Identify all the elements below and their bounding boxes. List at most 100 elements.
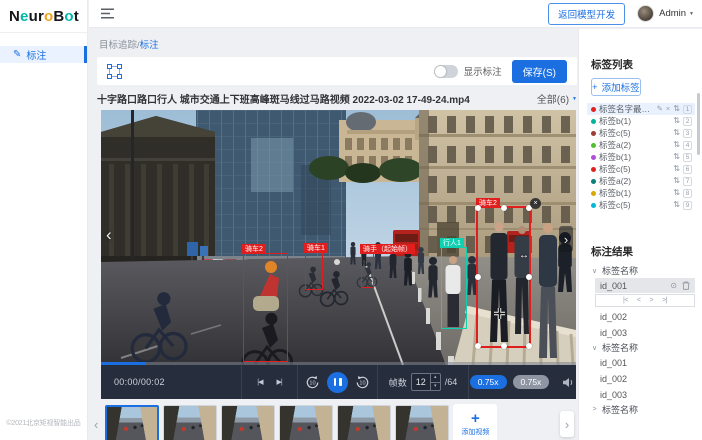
label-list-item[interactable]: 标签c(5) ⇅ 3	[587, 127, 695, 139]
resize-handle[interactable]	[475, 343, 481, 349]
label-color-dot	[591, 167, 596, 172]
pause-button[interactable]	[327, 372, 348, 393]
sort-label-icon[interactable]: ⇅	[673, 105, 680, 113]
pager-next-icon[interactable]: >	[650, 297, 654, 304]
breadcrumb-parent[interactable]: 目标追踪	[99, 40, 137, 51]
tree-item[interactable]: id_002	[579, 371, 702, 386]
label-list-item[interactable]: 标签c(5) ⇅ 9	[587, 199, 695, 211]
label-order-badge: 9	[683, 201, 692, 210]
label-color-dot	[591, 107, 596, 112]
volume-icon[interactable]	[562, 377, 575, 388]
tree-group[interactable]: ∨ 标签名称	[579, 341, 702, 354]
frame-step-section: |◀ ▶|	[242, 365, 298, 399]
video-thumbnail[interactable]	[279, 405, 333, 440]
label-list-item[interactable]: 标签b(1) ⇅ 8	[587, 187, 695, 199]
frame-number-input[interactable]	[412, 374, 430, 390]
label-name: 标签c(5)	[599, 199, 670, 211]
add-video-button[interactable]: + 添加视频	[453, 404, 497, 440]
edit-label-icon[interactable]: ✎	[657, 105, 663, 113]
video-thumbnail[interactable]	[337, 405, 391, 440]
bounding-box[interactable]: 骑车1	[305, 252, 323, 290]
label-list-item[interactable]: 标签b(1) ⇅ 5	[587, 151, 695, 163]
bounding-box-label: 行人1	[440, 238, 464, 248]
resize-handle[interactable]	[526, 343, 532, 349]
resize-handle[interactable]	[475, 274, 481, 280]
tree-group[interactable]: ∨ 标签名称	[579, 264, 702, 277]
user-caret-icon[interactable]: ▼	[689, 11, 694, 17]
filter-dropdown[interactable]: 全部(6) ▼	[537, 91, 577, 106]
trash-icon[interactable]	[682, 281, 690, 290]
filter-caret-icon: ▼	[572, 96, 577, 102]
tree-item[interactable]: id_002	[579, 309, 702, 324]
bbox-tool-icon[interactable]	[107, 64, 122, 79]
label-list-item[interactable]: 标签a(2) ⇅ 7	[587, 175, 695, 187]
speed-pill-inactive[interactable]: 0.75x	[513, 375, 550, 389]
next-frame-button[interactable]: ▶|	[277, 378, 282, 386]
rewind-10-button[interactable]: 10	[305, 375, 320, 390]
sort-label-icon[interactable]: ⇅	[673, 177, 680, 185]
step-down-icon[interactable]: ▾	[431, 383, 440, 391]
add-label-button[interactable]: + 添加标签	[591, 78, 641, 96]
tree-item[interactable]: id_003	[579, 387, 702, 402]
back-to-model-dev-button[interactable]: 返回模型开发	[548, 3, 625, 25]
save-button[interactable]: 保存(S)	[512, 60, 567, 83]
tree-group[interactable]: > 标签名称	[579, 403, 702, 416]
username[interactable]: Admin	[659, 8, 686, 19]
pager-last-icon[interactable]: >|	[662, 297, 667, 304]
sort-label-icon[interactable]: ⇅	[673, 165, 680, 173]
logo-letter: o	[64, 8, 73, 25]
caret-expanded-icon[interactable]: ∨	[591, 344, 598, 352]
speed-pill-active[interactable]: 0.75x	[470, 375, 507, 389]
thumbs-prev-arrow[interactable]: ‹	[91, 417, 101, 432]
video-progress-bar[interactable]	[101, 362, 576, 365]
bounding-box-selected[interactable]: 骑车2 × ↔	[476, 206, 531, 348]
frame-pager: |< < > >|	[595, 294, 695, 307]
next-video-arrow[interactable]: ›	[559, 226, 573, 252]
caret-collapsed-icon[interactable]: >	[591, 406, 598, 413]
video-thumbnail[interactable]	[163, 405, 217, 440]
filter-label: 全部(6)	[537, 91, 569, 106]
bounding-box[interactable]: 行人1	[441, 247, 467, 329]
resize-handle[interactable]	[501, 205, 507, 211]
resize-handle[interactable]	[501, 343, 507, 349]
logo-letter: e	[20, 8, 29, 25]
delete-label-icon[interactable]: ×	[666, 105, 670, 113]
tree-item[interactable]: id_003	[579, 325, 702, 340]
label-list-item[interactable]: 标签b(1) ⇅ 2	[587, 115, 695, 127]
tree-item-selected[interactable]: id_001 ⊙	[595, 278, 695, 293]
thumbs-next-arrow[interactable]: ›	[560, 411, 574, 437]
delete-box-button[interactable]: ×	[530, 198, 541, 209]
video-canvas[interactable]: 骑车2 骑车1 骑手（起始帧） 行人1 骑车2 ×	[101, 110, 576, 365]
resize-handle[interactable]	[526, 274, 532, 280]
copyright-footer: ©2021北京矩视智能出品	[2, 418, 85, 428]
label-list-item[interactable]: 标签名字最长数... ✎ × ⇅ 1	[587, 103, 695, 115]
video-thumbnail[interactable]	[395, 405, 449, 440]
show-annotation-toggle[interactable]	[434, 65, 458, 78]
forward-10-button[interactable]: 10	[355, 375, 370, 390]
sidebar-item-annotate[interactable]: ✎ 标注	[0, 46, 87, 63]
resize-handle[interactable]	[475, 205, 481, 211]
user-avatar[interactable]	[637, 5, 654, 22]
video-thumbnail[interactable]	[105, 405, 159, 440]
bounding-box[interactable]: 骑手（起始帧）	[361, 253, 374, 288]
pager-first-icon[interactable]: |<	[623, 297, 628, 304]
sort-label-icon[interactable]: ⇅	[673, 141, 680, 149]
label-list-scrollbar[interactable]	[697, 93, 700, 155]
locate-icon[interactable]: ⊙	[670, 281, 677, 290]
pager-prev-icon[interactable]: <	[637, 297, 641, 304]
video-thumbnail[interactable]	[221, 405, 275, 440]
label-list-item[interactable]: 标签c(5) ⇅ 6	[587, 163, 695, 175]
sort-label-icon[interactable]: ⇅	[673, 153, 680, 161]
sort-label-icon[interactable]: ⇅	[673, 117, 680, 125]
sort-label-icon[interactable]: ⇅	[673, 129, 680, 137]
step-up-icon[interactable]: ▴	[431, 374, 440, 383]
label-list-item[interactable]: 标签a(2) ⇅ 4	[587, 139, 695, 151]
caret-expanded-icon[interactable]: ∨	[591, 267, 598, 275]
bounding-box[interactable]: 骑车2	[243, 253, 288, 362]
prev-frame-button[interactable]: |◀	[257, 378, 262, 386]
menu-collapse-icon[interactable]	[101, 8, 114, 19]
sort-label-icon[interactable]: ⇅	[673, 189, 680, 197]
prev-video-arrow[interactable]: ‹	[106, 226, 112, 243]
sort-label-icon[interactable]: ⇅	[673, 201, 680, 209]
tree-item[interactable]: id_001	[579, 355, 702, 370]
